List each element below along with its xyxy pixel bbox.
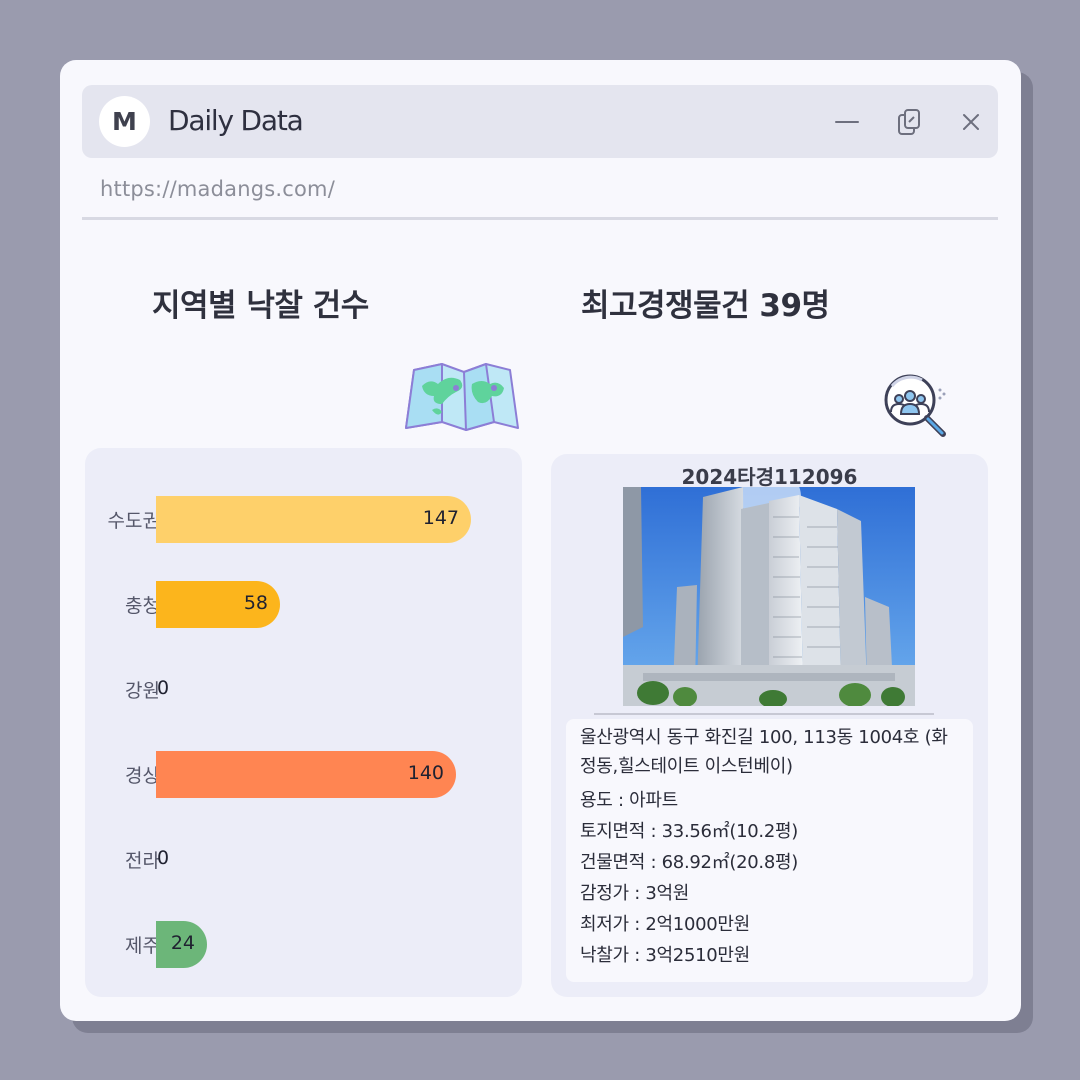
copy-window-icon xyxy=(898,109,920,135)
folded-map-icon xyxy=(405,363,519,431)
minimize-icon xyxy=(835,121,859,123)
chart-row: 강원 0 xyxy=(85,666,522,713)
property-card: 2024타경112096 울산광역시 동구 화진길 100, 113동 1004… xyxy=(551,454,988,997)
chart-category-label: 제주 xyxy=(125,935,160,957)
chart-value-label: 24 xyxy=(170,932,195,954)
minimize-button[interactable] xyxy=(830,105,864,139)
app-window: M Daily Data https://madangs.com/ 지역별 낙찰… xyxy=(60,60,1021,1021)
app-logo: M xyxy=(99,96,150,147)
property-info: 울산광역시 동구 화진길 100, 113동 1004호 (화정동,힐스테이트 … xyxy=(566,719,973,982)
chart-category-label: 강원 xyxy=(125,680,160,702)
chart-value-label: 58 xyxy=(243,592,268,614)
chart-row: 충청 58 xyxy=(85,581,522,628)
chart-value-label: 147 xyxy=(422,507,459,529)
property-land-area: 토지면적 : 33.56㎡(10.2평) xyxy=(580,821,798,842)
title-bar: M Daily Data xyxy=(82,85,998,158)
property-minimum-price: 최저가 : 2억1000만원 xyxy=(580,914,750,935)
property-usage: 용도 : 아파트 xyxy=(580,790,678,811)
chart-row: 제주 24 xyxy=(85,921,522,968)
chart-category-label: 전라 xyxy=(125,850,160,872)
chart-value-label: 0 xyxy=(157,847,170,869)
people-search-icon xyxy=(884,374,946,437)
top-competition-title: 최고경쟁물건 39명 xyxy=(581,288,830,324)
close-button[interactable] xyxy=(954,105,988,139)
chart-row: 경상 140 xyxy=(85,751,522,798)
chart-category-label: 충청 xyxy=(125,595,160,617)
url-text[interactable]: https://madangs.com/ xyxy=(100,177,335,201)
restore-button[interactable] xyxy=(893,105,927,139)
header-divider xyxy=(82,217,998,220)
photo-divider xyxy=(594,713,934,715)
app-title: Daily Data xyxy=(168,104,304,137)
region-bar-chart: 수도권 147 충청 58 강원 0 경상 140 전라 0 제주 24 xyxy=(85,448,522,997)
chart-row: 전라 0 xyxy=(85,836,522,883)
property-address: 울산광역시 동구 화진길 100, 113동 1004호 (화정동,힐스테이트 … xyxy=(580,727,948,777)
close-icon xyxy=(963,114,979,130)
chart-category-label: 수도권 xyxy=(107,510,160,532)
property-appraisal-price: 감정가 : 3억원 xyxy=(580,883,690,904)
apartment-building-image xyxy=(623,487,915,706)
property-winning-bid: 낙찰가 : 3억2510만원 xyxy=(580,945,750,966)
property-photo[interactable] xyxy=(623,487,915,706)
case-number: 2024타경112096 xyxy=(681,465,858,489)
region-count-title: 지역별 낙찰 건수 xyxy=(152,288,369,324)
chart-value-label: 0 xyxy=(157,677,170,699)
chart-row: 수도권 147 xyxy=(85,496,522,543)
property-building-area: 건물면적 : 68.92㎡(20.8평) xyxy=(580,852,798,873)
chart-value-label: 140 xyxy=(407,762,444,784)
chart-category-label: 경상 xyxy=(125,765,160,787)
